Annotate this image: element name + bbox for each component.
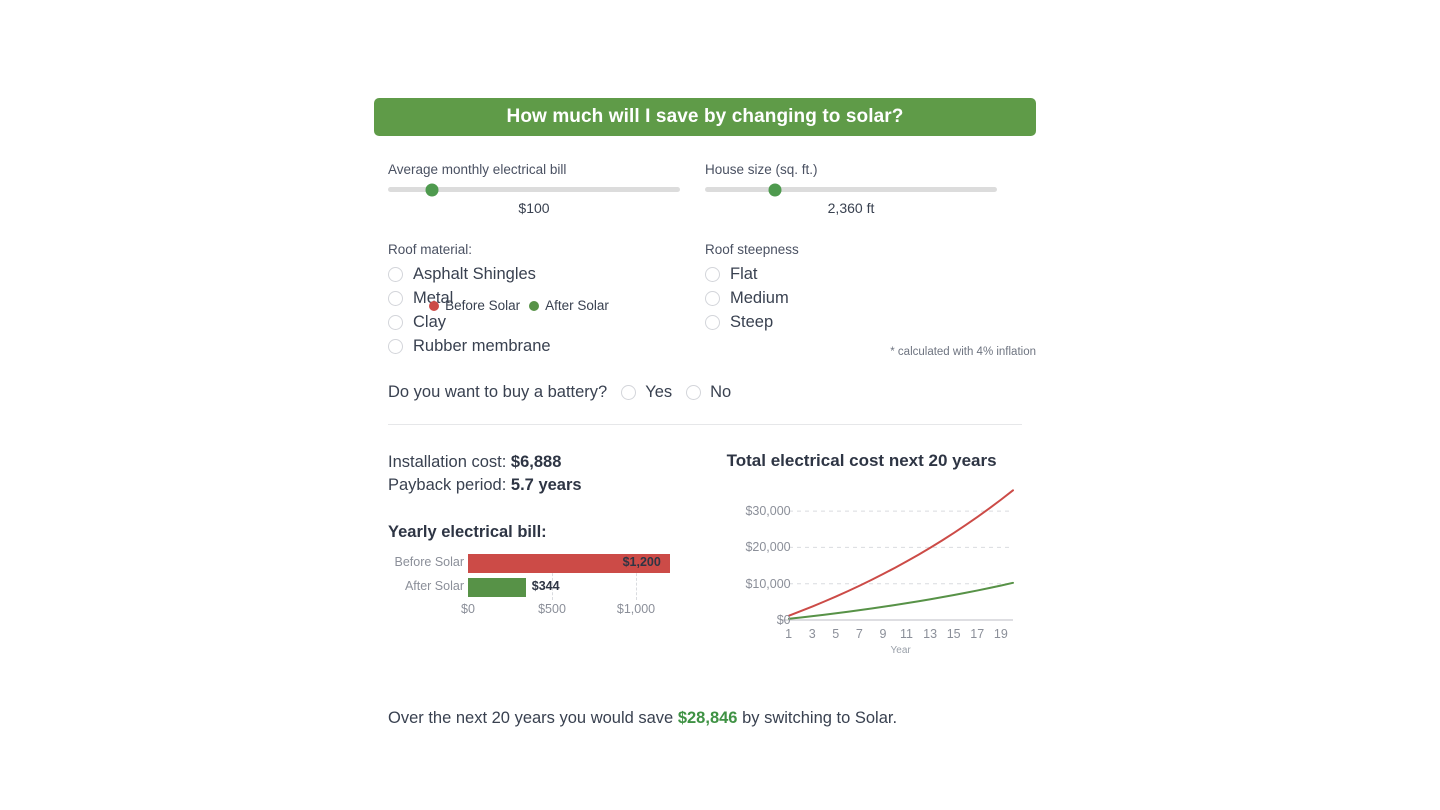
page-title: How much will I save by changing to sola… xyxy=(506,106,904,127)
radio-circle-icon-battery-yes[interactable] xyxy=(621,385,637,400)
summary-suffix: by switching to Solar. xyxy=(737,709,898,727)
line-chart-x-tick-label: 5 xyxy=(832,627,840,641)
bar-fill xyxy=(468,578,526,597)
line-chart-y-tick-label: $10,000 xyxy=(745,576,791,591)
radio-label: Rubber membrane xyxy=(413,336,551,355)
battery-option-yes[interactable]: Yes xyxy=(645,383,672,402)
bar-chart-row: After Solar $344 xyxy=(388,578,678,597)
radio-circle-icon-battery-no[interactable] xyxy=(686,385,702,400)
calculator-header: How much will I save by changing to sola… xyxy=(374,98,1036,136)
results-right-column: Total electrical cost next 20 years $0 $1… xyxy=(429,298,1036,658)
bar-value-label: $344 xyxy=(531,579,560,593)
legend-label: Before Solar xyxy=(445,298,521,313)
yearly-bill-bar-chart: Before Solar $1,200 After Solar $344 $0 $500 $… xyxy=(388,554,678,622)
summary-amount: $28,846 xyxy=(677,709,738,727)
slider-label-monthly-bill: Average monthly electrical bill xyxy=(388,162,567,177)
radio-circle-icon[interactable] xyxy=(705,314,720,330)
slider-house-size[interactable] xyxy=(705,183,997,196)
line-chart-series-path xyxy=(787,581,1014,620)
line-chart-x-tick-label: 7 xyxy=(855,627,863,641)
legend-label: After Solar xyxy=(545,298,609,313)
radio-group-label-roof-material: Roof material: xyxy=(388,242,473,257)
battery-question-row: Do you want to buy a battery? Yes No xyxy=(374,383,1036,402)
radio-circle-icon[interactable] xyxy=(388,266,403,282)
total-cost-line-chart: $0 $10,000 $20,000 $30,000 1 3 5 7 9 11 13 15 17 19 Ye… xyxy=(727,483,1017,658)
legend-dot-icon xyxy=(529,300,540,311)
radio-option-clay[interactable]: Clay xyxy=(388,310,659,334)
bar-category-label: After Solar xyxy=(404,579,464,593)
installation-cost-line: Installation cost: $6,888 xyxy=(388,451,717,474)
radio-option-rubber-membrane[interactable]: Rubber membrane xyxy=(388,334,659,358)
slider-monthly-bill[interactable] xyxy=(388,183,680,196)
radio-label: Steep xyxy=(730,312,774,331)
slider-thumb-monthly-bill[interactable] xyxy=(425,183,439,196)
bar-axis-tick-label: $0 xyxy=(461,602,475,616)
line-chart-y-tick-label: $0 xyxy=(776,613,791,627)
line-chart-x-tick-label: 11 xyxy=(900,627,914,641)
bar-category-label: Before Solar xyxy=(394,555,464,569)
bar-chart-x-axis: $0 $500 $1,000 xyxy=(388,602,678,620)
radio-group-roof-steepness: Roof steepness Flat Medium Steep xyxy=(705,242,1022,358)
line-chart-x-tick-label: 15 xyxy=(946,627,961,641)
calculator-card: How much will I save by changing to sola… xyxy=(374,98,1036,658)
line-chart-x-tick-label: 19 xyxy=(993,627,1008,641)
radio-option-flat[interactable]: Flat xyxy=(705,262,976,286)
legend-dot-icon xyxy=(429,300,440,311)
payback-period-value: 5.7 years xyxy=(510,476,582,494)
line-chart-y-tick-label: $30,000 xyxy=(745,504,791,519)
battery-option-no[interactable]: No xyxy=(710,383,731,402)
slider-value-monthly-bill: $100 xyxy=(518,200,550,216)
solar-savings-calculator-page: How much will I save by changing to sola… xyxy=(0,0,1440,810)
bar-chart-heading: Yearly electrical bill: xyxy=(388,523,547,541)
radio-option-medium[interactable]: Medium xyxy=(705,286,976,310)
line-chart-x-tick-label: 9 xyxy=(879,627,887,641)
line-chart-series-path xyxy=(787,489,1014,617)
radio-option-asphalt-shingles[interactable]: Asphalt Shingles xyxy=(388,262,659,286)
line-chart-legend: Before Solar After Solar xyxy=(374,298,664,313)
radio-label: Asphalt Shingles xyxy=(413,264,536,283)
summary-prefix: Over the next 20 years you would save xyxy=(388,709,678,727)
radio-circle-icon[interactable] xyxy=(388,314,403,330)
slider-value-house-size: 2,360 ft xyxy=(827,200,875,216)
installation-cost-value: $6,888 xyxy=(510,453,562,471)
results-left-column: Installation cost: $6,888 Payback period… xyxy=(388,451,717,658)
battery-question-label: Do you want to buy a battery? xyxy=(388,383,608,401)
inflation-footnote: * calculated with 4% inflation xyxy=(890,346,1036,358)
bar-axis-tick-label: $500 xyxy=(538,602,566,616)
savings-summary: Over the next 20 years you would save $2… xyxy=(388,709,897,728)
line-chart-title: Total electrical cost next 20 years xyxy=(726,451,997,470)
slider-label-house-size: House size (sq. ft.) xyxy=(705,162,818,177)
slider-group-monthly-bill: Average monthly electrical bill $100 xyxy=(388,162,705,216)
line-chart-x-axis-name: Year xyxy=(890,645,911,656)
radio-circle-icon[interactable] xyxy=(388,338,403,354)
radio-circle-icon[interactable] xyxy=(705,290,720,306)
radio-group-label-roof-steepness: Roof steepness xyxy=(705,242,799,257)
sliders-section: Average monthly electrical bill $100 Hou… xyxy=(374,162,1036,216)
bar-chart-row: Before Solar $1,200 xyxy=(388,554,678,573)
radio-label: Medium xyxy=(730,288,789,307)
bar-value-label: $1,200 xyxy=(622,555,661,569)
line-chart-x-tick-label: 13 xyxy=(923,627,938,641)
line-chart-x-tick-label: 17 xyxy=(970,627,985,641)
legend-item-after-solar: After Solar xyxy=(529,298,609,313)
radio-label: Flat xyxy=(730,264,758,283)
radio-circle-icon[interactable] xyxy=(705,266,720,282)
legend-item-before-solar: Before Solar xyxy=(429,298,520,313)
line-chart-y-tick-label: $20,000 xyxy=(745,540,791,555)
radio-label: Clay xyxy=(413,312,447,331)
results-section: Installation cost: $6,888 Payback period… xyxy=(374,298,1036,658)
slider-group-house-size: House size (sq. ft.) 2,360 ft xyxy=(705,162,1022,216)
section-divider xyxy=(388,424,1022,425)
line-chart-x-tick-label: 1 xyxy=(785,627,793,641)
payback-period-line: Payback period: 5.7 years xyxy=(388,474,717,497)
slider-thumb-house-size[interactable] xyxy=(768,183,782,196)
payback-period-label: Payback period: xyxy=(388,476,507,494)
radio-option-steep[interactable]: Steep xyxy=(705,310,976,334)
line-chart-x-tick-label: 3 xyxy=(808,627,816,641)
installation-cost-label: Installation cost: xyxy=(388,453,507,471)
bar-axis-tick-label: $1,000 xyxy=(616,602,656,616)
